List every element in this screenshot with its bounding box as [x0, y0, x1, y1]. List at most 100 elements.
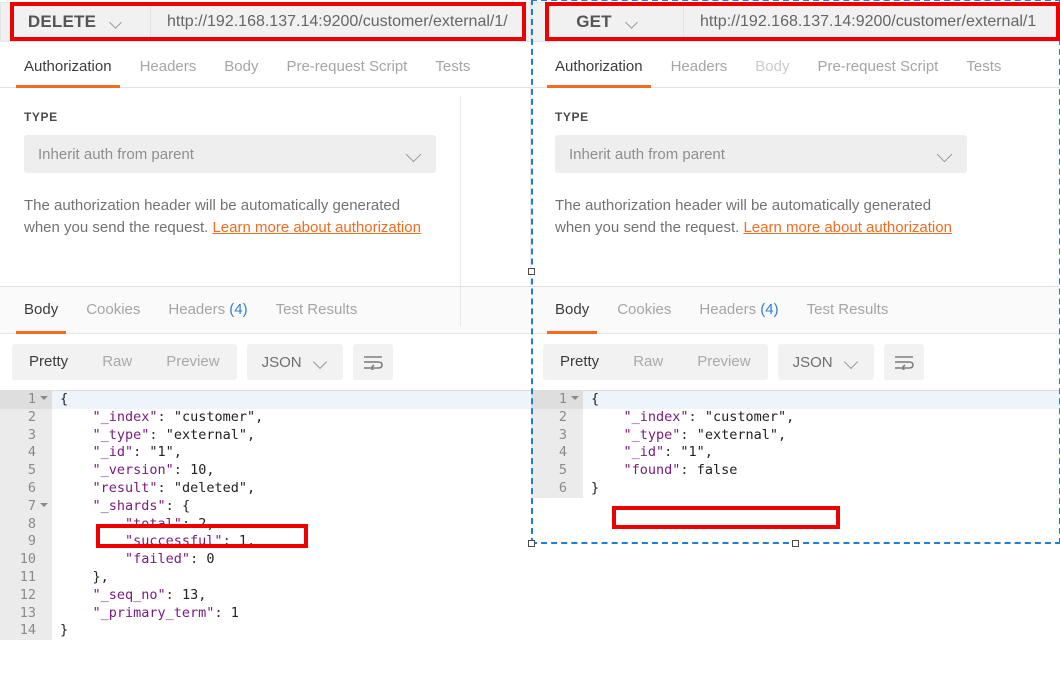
fold-spacer [39, 627, 48, 636]
fold-arrow-icon[interactable] [39, 395, 48, 404]
line-number: 7 [0, 498, 52, 516]
tab-authorization[interactable]: Authorization [541, 47, 657, 87]
line-number: 4 [531, 444, 583, 462]
view-mode-preview[interactable]: Preview [149, 344, 236, 380]
response-tab-headers-label: Headers [168, 301, 225, 318]
left-format-select[interactable]: JSON [247, 344, 343, 380]
right-response-body-editor[interactable]: 1{2 "_index": "customer",3 "_type": "ext… [531, 390, 1060, 498]
left-response-tabs: Body Cookies Headers (4) Test Results [0, 287, 531, 334]
tab-body[interactable]: Body [741, 47, 803, 87]
fold-spacer [39, 556, 48, 565]
left-auth-type-select[interactable]: Inherit auth from parent [24, 135, 436, 173]
left-view-mode-group: Pretty Raw Preview [12, 344, 237, 380]
code-line: 7 "_shards": { [0, 498, 531, 516]
fold-spacer [39, 520, 48, 529]
left-url-input[interactable]: http://192.168.137.14:9200/customer/exte… [150, 2, 531, 42]
left-wrap-lines-button[interactable] [353, 344, 393, 380]
tab-pre-request-script[interactable]: Pre-request Script [803, 47, 952, 87]
left-request-bar: DELETE http://192.168.137.14:9200/custom… [0, 0, 531, 47]
left-method-selector[interactable]: DELETE [0, 2, 150, 42]
response-tab-test-results[interactable]: Test Results [262, 287, 372, 333]
response-tab-body[interactable]: Body [541, 287, 603, 333]
code-text: { [52, 391, 531, 409]
left-learn-more-link[interactable]: Learn more about authorization [212, 219, 420, 236]
response-tab-test-results[interactable]: Test Results [793, 287, 903, 333]
fold-spacer [39, 591, 48, 600]
code-text: "_id": "1", [583, 444, 1060, 462]
line-number: 2 [0, 409, 52, 427]
line-number: 10 [0, 551, 52, 569]
fold-arrow-icon[interactable] [570, 395, 579, 404]
line-number: 2 [531, 409, 583, 427]
right-wrap-lines-button[interactable] [884, 344, 924, 380]
fold-spacer [39, 573, 48, 582]
right-format-select[interactable]: JSON [778, 344, 874, 380]
code-line: 2 "_index": "customer", [0, 409, 531, 427]
view-mode-pretty[interactable]: Pretty [543, 344, 616, 380]
wrap-lines-icon [363, 355, 383, 370]
response-tab-cookies[interactable]: Cookies [603, 287, 685, 333]
response-tab-body[interactable]: Body [10, 287, 72, 333]
code-line: 13 "_primary_term": 1 [0, 605, 531, 623]
tab-pre-request-script[interactable]: Pre-request Script [272, 47, 421, 87]
right-method-label: GET [576, 12, 612, 32]
fold-spacer [39, 609, 48, 618]
view-mode-raw[interactable]: Raw [616, 344, 680, 380]
code-line: 2 "_index": "customer", [531, 409, 1060, 427]
right-response-toolbar: Pretty Raw Preview JSON [531, 334, 1060, 390]
code-line: 1{ [0, 391, 531, 409]
left-request-tabs: Authorization Headers Body Pre-request S… [0, 47, 531, 88]
line-number: 1 [0, 391, 52, 409]
tab-tests[interactable]: Tests [421, 47, 484, 87]
code-text: "failed": 0 [52, 551, 531, 569]
fold-spacer [39, 431, 48, 440]
line-number: 6 [0, 480, 52, 498]
chevron-down-icon [626, 16, 639, 29]
line-number: 14 [0, 622, 52, 640]
fold-spacer [39, 449, 48, 458]
left-auth-type-value: Inherit auth from parent [38, 146, 194, 163]
code-line: 4 "_id": "1", [0, 444, 531, 462]
code-line: 6} [531, 480, 1060, 498]
postman-split-view: DELETE http://192.168.137.14:9200/custom… [0, 0, 1060, 678]
code-text: "_id": "1", [52, 444, 531, 462]
response-tab-headers[interactable]: Headers (4) [685, 287, 792, 333]
left-response-body-editor[interactable]: 1{2 "_index": "customer",3 "_type": "ext… [0, 390, 531, 640]
fold-spacer [39, 413, 48, 422]
view-mode-pretty[interactable]: Pretty [12, 344, 85, 380]
response-tab-headers[interactable]: Headers (4) [154, 287, 261, 333]
right-request-bar: GET http://192.168.137.14:9200/customer/… [531, 0, 1060, 47]
left-response-toolbar: Pretty Raw Preview JSON [0, 334, 531, 390]
chevron-down-icon [845, 355, 859, 369]
right-learn-more-link[interactable]: Learn more about authorization [743, 219, 951, 236]
code-line: 3 "_type": "external", [0, 427, 531, 445]
right-method-selector[interactable]: GET [531, 2, 683, 42]
tab-tests[interactable]: Tests [952, 47, 1015, 87]
right-response-tabs: Body Cookies Headers (4) Test Results [531, 287, 1060, 334]
fold-spacer [570, 467, 579, 476]
code-line: 5 "_version": 10, [0, 462, 531, 480]
right-auth-type-select[interactable]: Inherit auth from parent [555, 135, 967, 173]
fold-spacer [570, 449, 579, 458]
code-line: 6 "result": "deleted", [0, 480, 531, 498]
fold-arrow-icon[interactable] [39, 502, 48, 511]
right-url-input[interactable]: http://192.168.137.14:9200/customer/exte… [683, 2, 1060, 42]
left-auth-type-label: TYPE [24, 110, 506, 124]
tab-headers[interactable]: Headers [657, 47, 742, 87]
tab-authorization[interactable]: Authorization [10, 47, 126, 87]
response-tab-cookies[interactable]: Cookies [72, 287, 154, 333]
code-text: "found": false [583, 462, 1060, 480]
fold-spacer [39, 467, 48, 476]
line-number: 9 [0, 533, 52, 551]
line-number: 6 [531, 480, 583, 498]
tab-body[interactable]: Body [210, 47, 272, 87]
tab-headers[interactable]: Headers [126, 47, 211, 87]
line-number: 8 [0, 516, 52, 534]
wrap-lines-icon [894, 355, 914, 370]
view-mode-preview[interactable]: Preview [680, 344, 767, 380]
view-mode-raw[interactable]: Raw [85, 344, 149, 380]
code-text: "_primary_term": 1 [52, 605, 531, 623]
response-headers-count-badge: (4) [760, 301, 778, 318]
right-format-value: JSON [793, 354, 833, 371]
code-text: "successful": 1, [52, 533, 531, 551]
